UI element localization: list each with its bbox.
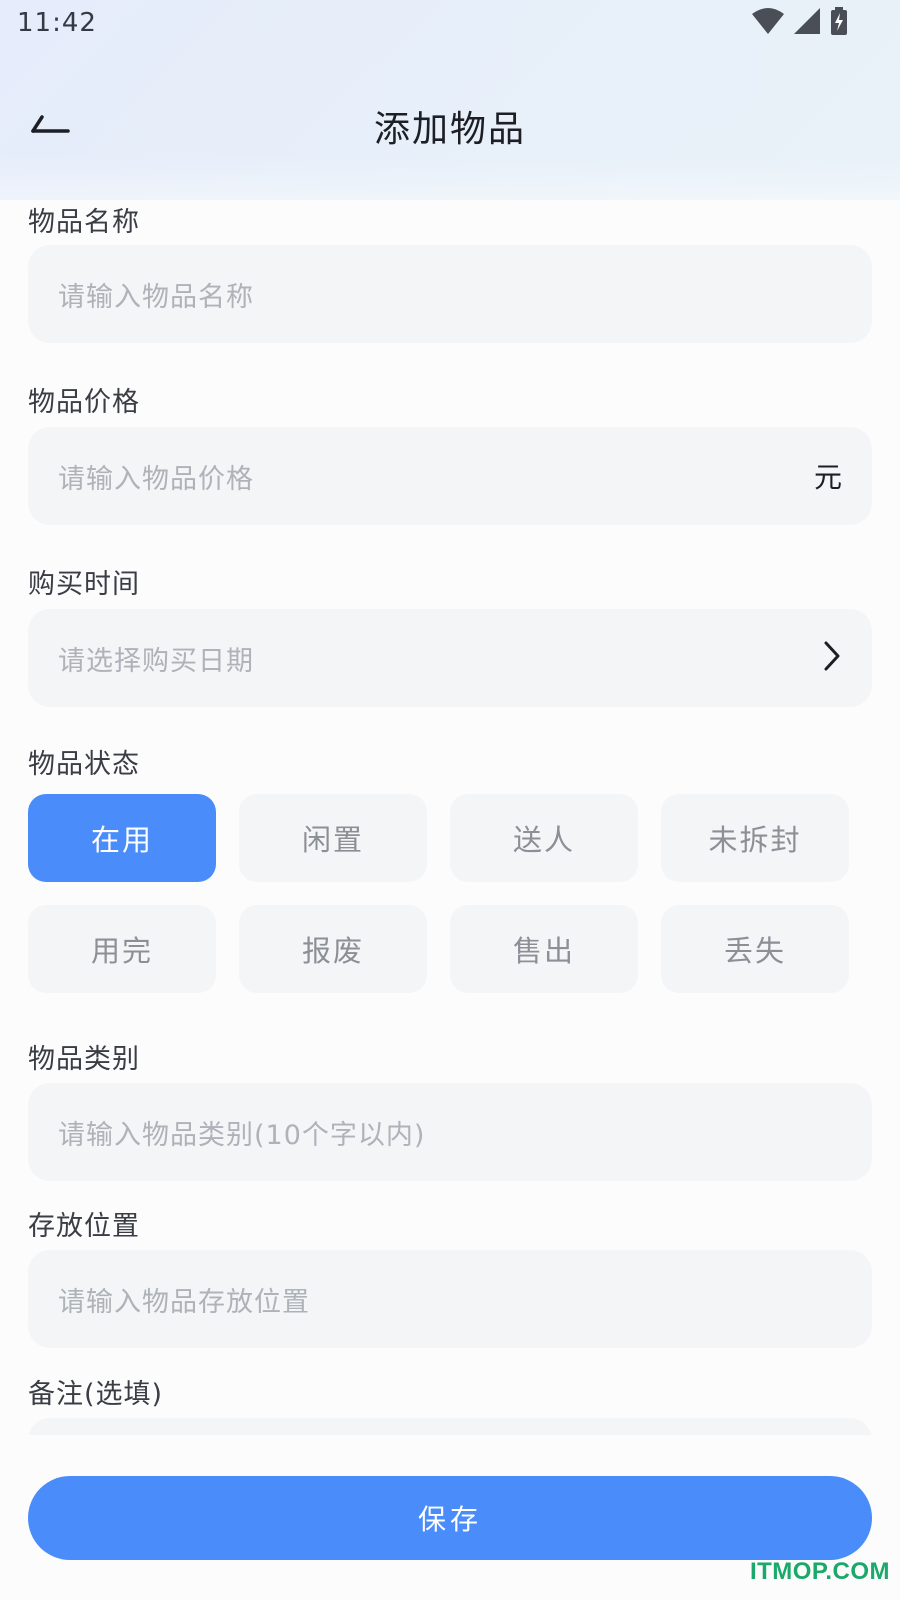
status-chip-lost[interactable]: 丢失 [661,905,849,993]
page-title: 添加物品 [373,109,526,150]
storage-location-label: 存放位置 [28,1211,140,1242]
status-chip-unopened[interactable]: 未拆封 [661,794,849,882]
chevron-right-icon [822,640,842,676]
status-time: 11:42 [17,8,97,38]
status-chip-scrapped[interactable]: 报废 [239,905,427,993]
nav-bar: 添加物品 [0,90,900,160]
save-button[interactable]: 保存 [28,1476,872,1560]
purchase-date-picker[interactable]: 请选择购买日期 [28,609,872,707]
watermark: ITMOP.COM [749,1558,890,1585]
item-price-placeholder: 请输入物品价格 [58,463,254,495]
status-icons [752,7,848,39]
purchase-date-placeholder: 请选择购买日期 [58,645,254,677]
status-bar: 11:42 [0,0,900,50]
item-name-placeholder: 请输入物品名称 [58,281,254,313]
app-screen: 11:42 添加物品 物品名称 请输入物品名称 物品价格 请输入物品价格 元 购… [0,0,900,1600]
status-chip-idle[interactable]: 闲置 [239,794,427,882]
purchase-time-label: 购买时间 [28,569,140,600]
status-chip-used-up[interactable]: 用完 [28,905,216,993]
item-name-label: 物品名称 [28,207,140,238]
status-chip-in-use[interactable]: 在用 [28,794,216,882]
battery-charging-icon [830,7,848,39]
wifi-icon [752,8,784,38]
item-category-input[interactable]: 请输入物品类别(10个字以内) [28,1083,872,1181]
status-chip-gifted[interactable]: 送人 [450,794,638,882]
signal-icon [794,8,820,38]
item-price-input[interactable]: 请输入物品价格 元 [28,427,872,525]
item-category-label: 物品类别 [28,1044,140,1075]
note-label: 备注(选填) [28,1379,164,1410]
storage-location-input[interactable]: 请输入物品存放位置 [28,1250,872,1348]
item-name-input[interactable]: 请输入物品名称 [28,245,872,343]
item-category-placeholder: 请输入物品类别(10个字以内) [58,1119,426,1151]
price-unit-suffix: 元 [813,461,842,494]
item-price-label: 物品价格 [28,387,140,418]
storage-location-placeholder: 请输入物品存放位置 [58,1286,310,1318]
status-chip-sold[interactable]: 售出 [450,905,638,993]
item-status-label: 物品状态 [28,749,140,780]
